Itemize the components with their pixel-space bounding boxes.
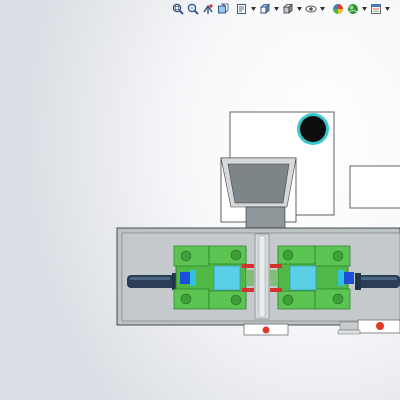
- left-drive-motor[interactable]: [127, 273, 178, 290]
- right-drive-motor[interactable]: [355, 273, 400, 290]
- feed-hopper[interactable]: [220, 157, 297, 232]
- right-control-box[interactable]: [337, 319, 400, 335]
- graphics-area[interactable]: [0, 0, 400, 400]
- left-press-assembly[interactable]: [173, 245, 254, 310]
- left-control-box[interactable]: [243, 323, 289, 336]
- right-press-assembly[interactable]: [270, 245, 354, 310]
- side-enclosure[interactable]: [349, 165, 400, 209]
